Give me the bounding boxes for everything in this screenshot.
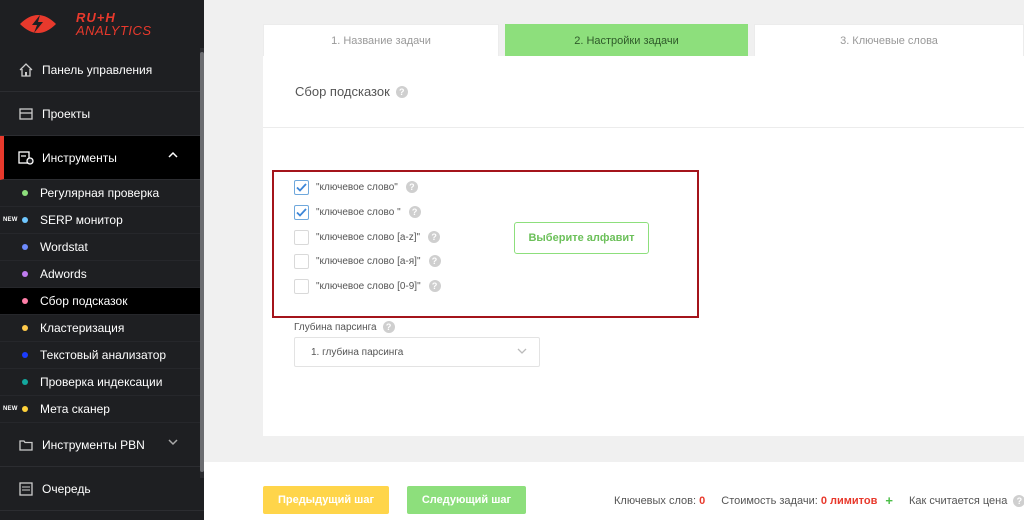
sidebar-subitem-label: Мета сканер [40,402,110,416]
option-label: "ключевое слово " [316,206,401,218]
checkmark-icon [296,207,307,217]
help-icon[interactable]: ? [395,85,408,98]
depth-label-text: Глубина парсинга [294,321,377,333]
option-checkbox[interactable] [294,204,309,220]
checkmark-icon [296,182,307,192]
sidebar-item-label: Проекты [42,106,91,121]
suggest-option[interactable]: "ключевое слово"? [294,179,418,195]
sidebar-subitem[interactable]: Wordstat [0,234,204,261]
option-label: "ключевое слово" [316,181,398,193]
depth-select[interactable]: 1. глубина парсинга [294,337,540,367]
tab-task-name[interactable]: 1. Название задачи [263,24,499,56]
new-badge: NEW [3,217,18,223]
help-icon[interactable]: ? [405,181,418,193]
bullet-dot-icon [22,406,28,412]
sidebar-scroll-thumb[interactable] [200,52,204,472]
sidebar-subitem-label: Проверка индексации [40,375,163,389]
bullet-dot-icon [22,325,28,331]
choose-alphabet-button[interactable]: Выберите алфавит [514,222,649,254]
option-label: "ключевое слово [а-я]" [316,255,421,267]
depth-label: Глубина парсинга ? [294,321,395,333]
step-tabs: 1. Название задачи 2. Настройки задачи 3… [263,24,1024,56]
option-label: "ключевое слово [0-9]" [316,280,421,292]
sidebar-item-label: Инструменты PBN [42,437,145,452]
sidebar-subitem[interactable]: NEW Мета сканер [0,396,204,423]
sidebar-item-queue[interactable]: Очередь [0,467,204,511]
sidebar-subitem[interactable]: Текстовый анализатор [0,342,204,369]
bullet-dot-icon [22,352,28,358]
sidebar-subitem-label: SERP монитор [40,213,123,227]
sidebar-subitem[interactable]: Adwords [0,261,204,288]
folder-icon [18,437,34,453]
sidebar: RU+H ANALYTICS Панель управления Проекты… [0,0,204,520]
help-icon[interactable]: ? [428,255,441,267]
keywords-count-value: 0 [699,494,706,507]
sidebar-subitem[interactable]: Кластеризация [0,315,204,342]
logo-line2: ANALYTICS [76,23,152,38]
sidebar-item-tools[interactable]: Инструменты [0,136,204,180]
page-title: Сбор подсказок [295,84,390,99]
tools-icon [18,150,34,166]
sidebar-item-pbn-tools[interactable]: Инструменты PBN [0,423,204,467]
sidebar-subitem-label: Сбор подсказок [40,294,128,308]
task-cost-value: 0 лимитов [820,494,878,507]
folder-icon [18,106,34,122]
suggest-option[interactable]: "ключевое слово [a-z]"? [294,229,441,245]
sidebar-item-projects[interactable]: Проекты [0,92,204,136]
sidebar-item-dashboard[interactable]: Панель управления [0,48,204,92]
suggest-option[interactable]: "ключевое слово "? [294,204,421,220]
task-cost-label: Стоимость задачи: [721,494,818,507]
logo[interactable]: RU+H ANALYTICS [0,0,204,48]
new-badge: NEW [3,406,18,412]
sidebar-subitem[interactable]: Сбор подсказок [0,288,204,315]
task-stats: Ключевых слов: 0 Стоимость задачи: 0 лим… [614,493,1024,508]
keywords-count-label: Ключевых слов: [614,494,697,507]
sidebar-subitem-label: Wordstat [40,240,88,254]
chevron-up-icon[interactable] [168,150,178,162]
help-icon[interactable]: ? [428,280,441,292]
price-info-link[interactable]: Как считается цена [909,495,1007,507]
option-checkbox[interactable] [294,179,309,195]
tools-submenu: Регулярная проверка NEW SERP монитор Wordst… [0,180,204,423]
suggest-option[interactable]: "ключевое слово [а-я]"? [294,253,441,269]
logo-text: RU+H ANALYTICS [76,11,152,37]
tab-task-settings[interactable]: 2. Настройки задачи [505,24,748,56]
help-icon[interactable]: ? [382,321,395,333]
option-checkbox[interactable] [294,278,309,294]
chevron-down-icon [517,347,527,358]
queue-icon [18,481,34,497]
chevron-down-icon[interactable] [168,437,178,449]
bullet-dot-icon [22,379,28,385]
option-checkbox[interactable] [294,253,309,269]
option-checkbox[interactable] [294,229,309,245]
eye-bolt-logo-icon [14,8,62,40]
sidebar-subitem-label: Текстовый анализатор [40,348,167,362]
tab-keywords[interactable]: 3. Ключевые слова [754,24,1024,56]
sidebar-subitem-label: Кластеризация [40,321,125,335]
sidebar-subitem[interactable]: Проверка индексации [0,369,204,396]
sidebar-subitem-label: Adwords [40,267,87,281]
option-label: "ключевое слово [a-z]" [316,231,421,243]
help-icon[interactable]: ? [428,231,441,243]
panel-header: Сбор подсказок ? [263,56,1024,128]
bullet-dot-icon [22,271,28,277]
bullet-dot-icon [22,217,28,223]
bullet-dot-icon [22,244,28,250]
sidebar-subitem-label: Регулярная проверка [40,186,160,200]
sidebar-subitem[interactable]: NEW SERP монитор [0,207,204,234]
help-icon[interactable]: ? [1013,494,1024,507]
depth-select-value: 1. глубина парсинга [311,346,404,358]
suggest-option[interactable]: "ключевое слово [0-9]"? [294,278,441,294]
home-icon [18,62,34,78]
sidebar-item-label: Панель управления [42,62,153,77]
sidebar-subitem[interactable]: Регулярная проверка [0,180,204,207]
sidebar-item-label: Инструменты [42,150,117,165]
help-icon[interactable]: ? [408,206,421,218]
sidebar-item-label: Очередь [42,481,91,496]
next-step-button[interactable]: Следующий шаг [407,486,526,514]
add-limits-button[interactable]: + [885,493,893,508]
previous-step-button[interactable]: Предыдущий шаг [263,486,389,514]
bullet-dot-icon [22,298,28,304]
bullet-dot-icon [22,190,28,196]
